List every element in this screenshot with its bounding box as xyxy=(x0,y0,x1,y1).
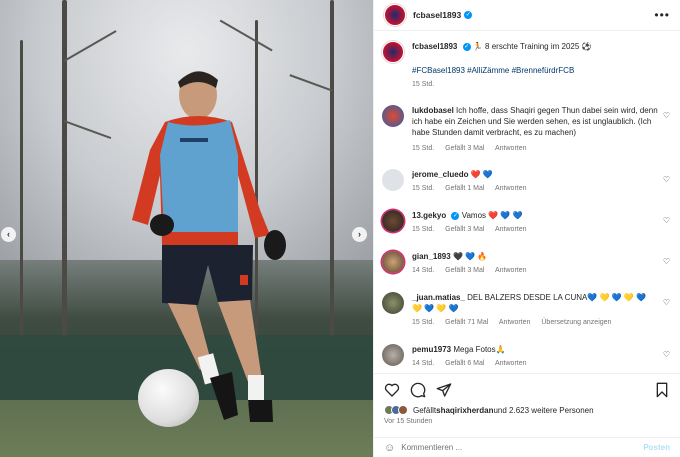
comment-username[interactable]: 13.gekyo xyxy=(412,211,446,220)
caption-username[interactable]: fcbasel1893 xyxy=(412,42,457,51)
liker-avatar[interactable] xyxy=(398,405,408,415)
likes-prefix: Gefällt xyxy=(413,405,437,415)
comment-likes[interactable]: Gefällt 3 Mal xyxy=(445,267,484,274)
comment-time: 15 Std. xyxy=(412,145,435,152)
commenter-avatar[interactable] xyxy=(382,210,404,232)
author-avatar[interactable] xyxy=(384,4,406,26)
comment-icon[interactable] xyxy=(410,382,426,398)
like-comment-heart-icon[interactable]: ♡ xyxy=(663,111,670,120)
comment-time: 15 Std. xyxy=(412,319,435,326)
heart-icon[interactable] xyxy=(384,382,400,398)
save-bookmark-icon[interactable] xyxy=(654,382,670,398)
comment-username[interactable]: jerome_cluedo xyxy=(412,170,468,179)
comment-time: 14 Std. xyxy=(412,360,435,367)
tree-trunk xyxy=(330,0,334,340)
translate-link[interactable]: Übersetzung anzeigen xyxy=(541,319,611,326)
commenter-avatar[interactable] xyxy=(382,105,404,127)
comment-likes[interactable]: Gefällt 6 Mal xyxy=(445,360,484,367)
comment-time: 14 Std. xyxy=(412,267,435,274)
comment-item: jerome_cluedo ❤️ 💙 15 Std. Gefällt 1 Mal… xyxy=(382,169,672,194)
post-actions: Gefällt shaqirixherdan und 2.623 weitere… xyxy=(374,373,680,457)
reply-link[interactable]: Antworten xyxy=(499,319,531,326)
verified-badge-icon: ✓ xyxy=(451,211,460,220)
tree-trunk xyxy=(62,0,67,340)
verified-badge-icon: ✓ xyxy=(464,11,473,19)
comments-list[interactable]: fcbasel1893 ✓ 🏃 8 erschte Training im 20… xyxy=(374,31,680,371)
comment-text: 🖤 💙 🔥 xyxy=(452,252,488,261)
share-icon[interactable] xyxy=(436,382,452,398)
comment-item: _juan.matias_ DEL BALZERS DESDE LA CUNA💙… xyxy=(382,292,672,328)
comment-likes[interactable]: Gefällt 71 Mal xyxy=(445,319,488,326)
reply-link[interactable]: Antworten xyxy=(495,360,527,367)
player-figure xyxy=(132,71,286,422)
post-details-panel: fcbasel1893 ✓ ••• fcbasel1893 ✓ 🏃 8 ersc… xyxy=(373,0,680,457)
comment-item: gian_1893 🖤 💙 🔥 14 Std. Gefällt 3 Mal An… xyxy=(382,251,672,276)
comment-username[interactable]: lukdobasel xyxy=(412,106,454,115)
comment-likes[interactable]: Gefällt 3 Mal xyxy=(445,226,484,233)
likes-suffix[interactable]: und 2.623 weitere Personen xyxy=(493,406,593,415)
likes-summary: Gefällt shaqirixherdan und 2.623 weitere… xyxy=(374,398,680,415)
comment-item: lukdobasel Ich hoffe, dass Shaqiri gegen… xyxy=(382,105,672,154)
like-comment-heart-icon[interactable]: ♡ xyxy=(663,257,670,266)
like-comment-heart-icon[interactable]: ♡ xyxy=(663,298,670,307)
instagram-post-view: ‹ › fcbasel1893 ✓ ••• fcbasel1893 ✓ 🏃 8 … xyxy=(0,0,680,457)
comment-time: 15 Std. xyxy=(412,226,435,233)
comment-text: Mega Fotos🙏 xyxy=(453,345,506,354)
comment-username[interactable]: pemu1973 xyxy=(412,345,451,354)
comment-item: pemu1973 Mega Fotos🙏 14 Std. Gefällt 6 M… xyxy=(382,344,672,369)
comment-likes[interactable]: Gefällt 1 Mal xyxy=(445,185,484,192)
post-photo[interactable]: ‹ › xyxy=(0,0,373,457)
previous-photo-arrow-icon[interactable]: ‹ xyxy=(1,227,16,242)
author-avatar[interactable] xyxy=(382,41,404,63)
like-comment-heart-icon[interactable]: ♡ xyxy=(663,350,670,359)
author-username[interactable]: fcbasel1893 xyxy=(413,10,461,20)
caption-time: 15 Std. xyxy=(412,81,435,88)
football xyxy=(138,369,199,427)
like-comment-heart-icon[interactable]: ♡ xyxy=(663,175,670,184)
comment-likes[interactable]: Gefällt 3 Mal xyxy=(445,145,484,152)
commenter-avatar[interactable] xyxy=(382,169,404,191)
post-caption: fcbasel1893 ✓ 🏃 8 erschte Training im 20… xyxy=(382,41,672,90)
add-comment-bar: ☺ Kommentieren ... Posten xyxy=(374,437,680,457)
comment-username[interactable]: _juan.matias_ xyxy=(412,293,465,302)
emoji-icon[interactable]: ☺ xyxy=(384,442,395,454)
more-options-icon[interactable]: ••• xyxy=(654,8,670,22)
caption-text: 🏃 8 erschte Training im 2025 ⚽ xyxy=(472,42,592,51)
commenter-avatar[interactable] xyxy=(382,251,404,273)
comment-item: 13.gekyo ✓ Vamos ❤️ 💙 💙 15 Std. Gefällt … xyxy=(382,210,672,235)
verified-badge-icon: ✓ xyxy=(462,42,471,51)
commenter-avatar[interactable] xyxy=(382,344,404,366)
reply-link[interactable]: Antworten xyxy=(495,267,527,274)
post-timestamp: Vor 15 Stunden xyxy=(384,418,433,425)
comment-text: Vamos ❤️ 💙 💙 xyxy=(461,211,523,220)
tree-trunk xyxy=(20,40,23,340)
post-comment-button[interactable]: Posten xyxy=(643,443,670,452)
post-header: fcbasel1893 ✓ ••• xyxy=(374,0,680,31)
next-photo-arrow-icon[interactable]: › xyxy=(352,227,367,242)
reply-link[interactable]: Antworten xyxy=(495,226,527,233)
comment-username[interactable]: gian_1893 xyxy=(412,252,451,261)
comment-time: 15 Std. xyxy=(412,185,435,192)
liker-username[interactable]: shaqirixherdan xyxy=(436,406,493,415)
caption-hashtags[interactable]: #FCBasel1893 #AlliZämme #BrennefürdrFCB xyxy=(412,65,672,76)
comment-text: ❤️ 💙 xyxy=(470,170,493,179)
commenter-avatar[interactable] xyxy=(382,292,404,314)
reply-link[interactable]: Antworten xyxy=(495,145,527,152)
comment-input[interactable]: Kommentieren ... xyxy=(401,443,462,452)
like-comment-heart-icon[interactable]: ♡ xyxy=(663,216,670,225)
reply-link[interactable]: Antworten xyxy=(495,185,527,192)
